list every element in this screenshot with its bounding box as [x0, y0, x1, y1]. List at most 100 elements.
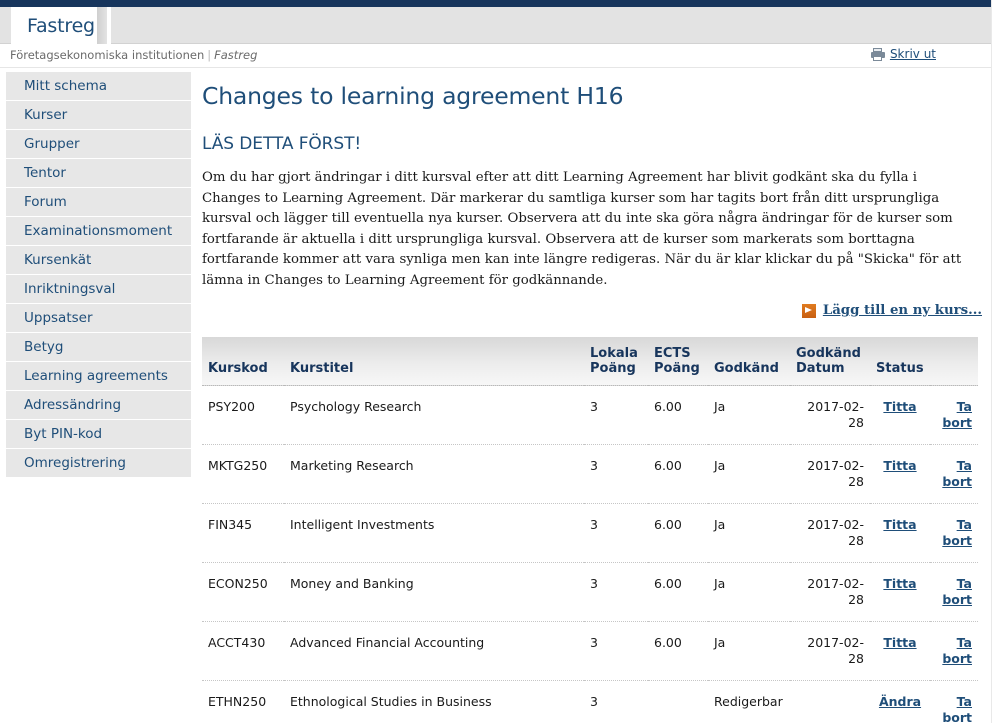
tab-fastreg[interactable]: Fastreg — [11, 7, 111, 44]
sidebar-item-mitt-schema[interactable]: Mitt schema — [6, 72, 191, 101]
cell-kurstitel: Psychology Research — [284, 385, 584, 445]
page-body: Mitt schema Kurser Grupper Tentor Forum … — [0, 68, 991, 723]
sidebar: Mitt schema Kurser Grupper Tentor Forum … — [6, 72, 191, 478]
arrow-right-icon — [801, 303, 816, 318]
cell-action: Ta bort — [930, 680, 978, 723]
sidebar-item-betyg[interactable]: Betyg — [6, 333, 191, 362]
cell-action: Ta bort — [930, 385, 978, 445]
printer-icon — [870, 47, 885, 61]
cell-ects-poang: 6.00 — [648, 621, 708, 681]
cell-lokala-poang: 3 — [584, 680, 648, 723]
section-subtitle: LÄS DETTA FÖRST! — [202, 134, 362, 154]
tab-shadow — [97, 7, 107, 44]
cell-kurskod: ETHN250 — [202, 680, 284, 723]
right-page-margin — [991, 0, 1007, 723]
column-header-kurstitel: Kurstitel — [284, 337, 584, 386]
column-header-action — [930, 337, 978, 386]
table-row: ECON250 Money and Banking 3 6.00 Ja 2017… — [202, 562, 978, 622]
sidebar-item-uppsatser[interactable]: Uppsatser — [6, 304, 191, 333]
cell-godkand: Ja — [708, 621, 790, 681]
cell-godkand-datum: 2017-02-28 — [790, 444, 870, 504]
table-header-row: Kurskod Kurstitel Lokala Poäng ECTS Poän… — [202, 337, 978, 386]
cell-kurstitel: Advanced Financial Accounting — [284, 621, 584, 681]
sidebar-item-adressandring[interactable]: Adressändring — [6, 391, 191, 420]
breadcrumb-current: Fastreg — [214, 48, 258, 62]
cell-godkand: Ja — [708, 562, 790, 622]
column-header-kurskod: Kurskod — [202, 337, 284, 386]
cell-godkand-datum: 2017-02-28 — [790, 385, 870, 445]
cell-kurstitel: Ethnological Studies in Business — [284, 680, 584, 723]
sidebar-item-inriktningsval[interactable]: Inriktningsval — [6, 275, 191, 304]
cell-ects-poang: 6.00 — [648, 385, 708, 445]
tab-strip: Fastreg — [0, 7, 991, 44]
intro-paragraph: Om du har gjort ändringar i ditt kursval… — [202, 170, 962, 288]
cell-action: Ta bort — [930, 444, 978, 504]
add-course-label: Lägg till en ny kurs... — [822, 303, 982, 318]
delete-link[interactable]: Ta bort — [942, 635, 972, 666]
delete-link[interactable]: Ta bort — [942, 458, 972, 489]
breadcrumb-row: Företagsekonomiska institutionen | Fastreg… — [0, 44, 991, 68]
cell-kurstitel: Money and Banking — [284, 562, 584, 622]
column-header-lokala-poang: Lokala Poäng — [584, 337, 648, 386]
cell-kurskod: ECON250 — [202, 562, 284, 622]
table-row: PSY200 Psychology Research 3 6.00 Ja 201… — [202, 385, 978, 445]
cell-ects-poang: 6.00 — [648, 444, 708, 504]
cell-lokala-poang: 3 — [584, 444, 648, 504]
view-link[interactable]: Titta — [883, 576, 916, 591]
view-link[interactable]: Titta — [883, 635, 916, 650]
column-header-godkand-datum: Godkänd Datum — [790, 337, 870, 386]
cell-action: Ta bort — [930, 503, 978, 563]
top-accent-bar — [0, 0, 991, 7]
sidebar-item-forum[interactable]: Forum — [6, 188, 191, 217]
delete-link[interactable]: Ta bort — [942, 576, 972, 607]
sidebar-item-kursenkat[interactable]: Kursenkät — [6, 246, 191, 275]
cell-action: Ta bort — [930, 621, 978, 681]
sidebar-item-examinationsmoment[interactable]: Examinationsmoment — [6, 217, 191, 246]
sidebar-item-kurser[interactable]: Kurser — [6, 101, 191, 130]
cell-status: Titta — [870, 562, 930, 622]
column-header-status: Status — [870, 337, 930, 386]
column-header-ects-poang: ECTS Poäng — [648, 337, 708, 386]
view-link[interactable]: Titta — [883, 517, 916, 532]
sidebar-item-omregistrering[interactable]: Omregistrering — [6, 449, 191, 478]
cell-godkand: Ja — [708, 444, 790, 504]
cell-godkand: Ja — [708, 503, 790, 563]
cell-kurstitel: Marketing Research — [284, 444, 584, 504]
sidebar-item-grupper[interactable]: Grupper — [6, 130, 191, 159]
main-content: Changes to learning agreement H16 LÄS DE… — [202, 68, 982, 723]
page-title: Changes to learning agreement H16 — [202, 82, 624, 110]
breadcrumb-root[interactable]: Företagsekonomiska institutionen — [10, 48, 204, 62]
delete-link[interactable]: Ta bort — [942, 694, 972, 723]
table-row: FIN345 Intelligent Investments 3 6.00 Ja… — [202, 503, 978, 563]
table-body: PSY200 Psychology Research 3 6.00 Ja 201… — [202, 385, 978, 723]
cell-status: Ändra — [870, 680, 930, 723]
add-course-link[interactable]: Lägg till en ny kurs... — [801, 303, 982, 318]
print-link[interactable]: Skriv ut — [870, 47, 936, 61]
sidebar-item-learning-agreements[interactable]: Learning agreements — [6, 362, 191, 391]
view-link[interactable]: Titta — [883, 458, 916, 473]
courses-table: Kurskod Kurstitel Lokala Poäng ECTS Poän… — [202, 337, 978, 723]
table-row: ACCT430 Advanced Financial Accounting 3 … — [202, 621, 978, 681]
print-link-label: Skriv ut — [889, 47, 936, 61]
cell-godkand-datum: 2017-02-28 — [790, 503, 870, 563]
cell-lokala-poang: 3 — [584, 562, 648, 622]
add-course-row: Lägg till en ny kurs... — [202, 303, 982, 325]
cell-kurstitel: Intelligent Investments — [284, 503, 584, 563]
cell-ects-poang: 6.00 — [648, 562, 708, 622]
cell-kurskod: PSY200 — [202, 385, 284, 445]
cell-kurskod: ACCT430 — [202, 621, 284, 681]
table-head: Kurskod Kurstitel Lokala Poäng ECTS Poän… — [202, 337, 978, 386]
cell-status: Titta — [870, 444, 930, 504]
cell-godkand: Ja — [708, 385, 790, 445]
view-link[interactable]: Titta — [883, 399, 916, 414]
cell-status: Titta — [870, 503, 930, 563]
edit-link[interactable]: Ändra — [879, 694, 921, 709]
sidebar-item-byt-pin-kod[interactable]: Byt PIN-kod — [6, 420, 191, 449]
column-header-godkand: Godkänd — [708, 337, 790, 386]
cell-lokala-poang: 3 — [584, 621, 648, 681]
delete-link[interactable]: Ta bort — [942, 517, 972, 548]
delete-link[interactable]: Ta bort — [942, 399, 972, 430]
table-row: ETHN250 Ethnological Studies in Business… — [202, 680, 978, 723]
cell-kurskod: MKTG250 — [202, 444, 284, 504]
sidebar-item-tentor[interactable]: Tentor — [6, 159, 191, 188]
